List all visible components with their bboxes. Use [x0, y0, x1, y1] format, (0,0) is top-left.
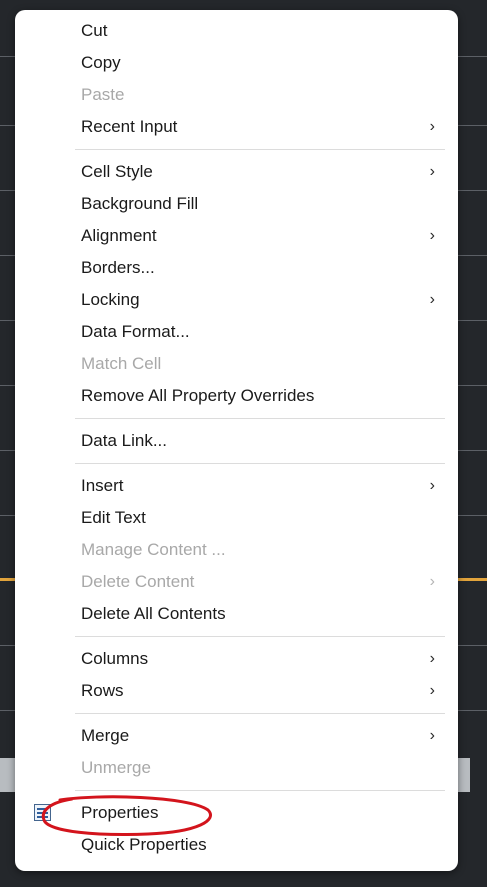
- menu-item-edit-text[interactable]: Edit Text: [15, 502, 458, 534]
- chevron-right-icon: ›: [429, 477, 435, 494]
- chevron-right-icon: ›: [429, 682, 435, 699]
- table-grid-line: [458, 56, 487, 57]
- menu-item-data-link[interactable]: Data Link...: [15, 425, 458, 457]
- menu-item-label: Delete Content: [81, 572, 195, 591]
- menu-item-merge[interactable]: Merge ›: [15, 720, 458, 752]
- menu-item-label: Recent Input: [81, 117, 178, 136]
- properties-icon: [34, 804, 51, 821]
- menu-item-background-fill[interactable]: Background Fill: [15, 188, 458, 220]
- menu-item-label: Background Fill: [81, 194, 199, 213]
- menu-item-manage-content: Manage Content ...: [15, 534, 458, 566]
- menu-item-data-format[interactable]: Data Format...: [15, 316, 458, 348]
- menu-item-label: Copy: [81, 53, 121, 72]
- table-grid-line: [458, 385, 487, 386]
- menu-item-remove-all-property-overrides[interactable]: Remove All Property Overrides: [15, 380, 458, 412]
- menu-item-label: Unmerge: [81, 758, 151, 777]
- menu-separator: [75, 418, 445, 419]
- menu-item-unmerge: Unmerge: [15, 752, 458, 784]
- menu-item-label: Properties: [81, 803, 159, 822]
- chevron-right-icon: ›: [429, 573, 435, 590]
- chevron-right-icon: ›: [429, 727, 435, 744]
- table-grid-line: [0, 385, 16, 386]
- chevron-right-icon: ›: [429, 163, 435, 180]
- menu-item-label: Paste: [81, 85, 125, 104]
- menu-item-label: Columns: [81, 649, 149, 668]
- menu-item-rows[interactable]: Rows ›: [15, 675, 458, 707]
- selected-row-line: [0, 578, 16, 581]
- menu-item-recent-input[interactable]: Recent Input ›: [15, 111, 458, 143]
- menu-item-label: Rows: [81, 681, 124, 700]
- menu-item-label: Data Link...: [81, 431, 167, 450]
- menu-item-quick-properties[interactable]: Quick Properties: [15, 829, 458, 861]
- menu-item-label: Cut: [81, 21, 108, 40]
- selected-cell-band: [458, 758, 470, 792]
- menu-item-label: Merge: [81, 726, 130, 745]
- menu-item-properties[interactable]: Properties: [15, 797, 458, 829]
- table-grid-line: [458, 320, 487, 321]
- table-grid-line: [458, 515, 487, 516]
- menu-item-cell-style[interactable]: Cell Style ›: [15, 156, 458, 188]
- context-menu: Cut Copy Paste Recent Input › Cell Style › Back…: [15, 10, 458, 871]
- chevron-right-icon: ›: [429, 650, 435, 667]
- table-grid-line: [458, 710, 487, 711]
- selected-row-line: [458, 578, 487, 581]
- menu-item-label: Remove All Property Overrides: [81, 386, 315, 405]
- menu-item-insert[interactable]: Insert ›: [15, 470, 458, 502]
- menu-item-label: Quick Properties: [81, 835, 207, 854]
- menu-item-delete-all-contents[interactable]: Delete All Contents: [15, 598, 458, 630]
- menu-item-label: Match Cell: [81, 354, 162, 373]
- table-grid-line: [0, 190, 16, 191]
- menu-item-alignment[interactable]: Alignment ›: [15, 220, 458, 252]
- chevron-right-icon: ›: [429, 118, 435, 135]
- menu-item-label: Delete All Contents: [81, 604, 226, 623]
- table-grid-line: [0, 515, 16, 516]
- menu-separator: [75, 713, 445, 714]
- selected-cell-band: [0, 758, 16, 792]
- menu-item-label: Cell Style: [81, 162, 153, 181]
- table-grid-line: [458, 125, 487, 126]
- chevron-right-icon: ›: [429, 227, 435, 244]
- menu-item-locking[interactable]: Locking ›: [15, 284, 458, 316]
- menu-separator: [75, 636, 445, 637]
- menu-separator: [75, 790, 445, 791]
- menu-item-cut[interactable]: Cut: [15, 15, 458, 47]
- menu-item-label: Borders...: [81, 258, 155, 277]
- menu-item-label: Alignment: [81, 226, 157, 245]
- menu-item-label: Manage Content ...: [81, 540, 226, 559]
- menu-separator: [75, 463, 445, 464]
- menu-item-borders[interactable]: Borders...: [15, 252, 458, 284]
- table-grid-line: [458, 450, 487, 451]
- menu-item-label: Insert: [81, 476, 124, 495]
- menu-item-label: Edit Text: [81, 508, 146, 527]
- menu-item-label: Data Format...: [81, 322, 190, 341]
- menu-item-paste: Paste: [15, 79, 458, 111]
- menu-item-match-cell: Match Cell: [15, 348, 458, 380]
- menu-separator: [75, 149, 445, 150]
- table-grid-line: [458, 255, 487, 256]
- table-grid-line: [458, 190, 487, 191]
- table-grid-line: [0, 710, 16, 711]
- table-grid-line: [0, 56, 16, 57]
- chevron-right-icon: ›: [429, 291, 435, 308]
- table-grid-line: [0, 255, 16, 256]
- menu-item-delete-content: Delete Content ›: [15, 566, 458, 598]
- table-grid-line: [0, 450, 16, 451]
- menu-item-copy[interactable]: Copy: [15, 47, 458, 79]
- menu-item-label: Locking: [81, 290, 140, 309]
- table-grid-line: [0, 320, 16, 321]
- menu-item-columns[interactable]: Columns ›: [15, 643, 458, 675]
- table-grid-line: [0, 125, 16, 126]
- table-grid-line: [458, 645, 487, 646]
- table-grid-line: [0, 645, 16, 646]
